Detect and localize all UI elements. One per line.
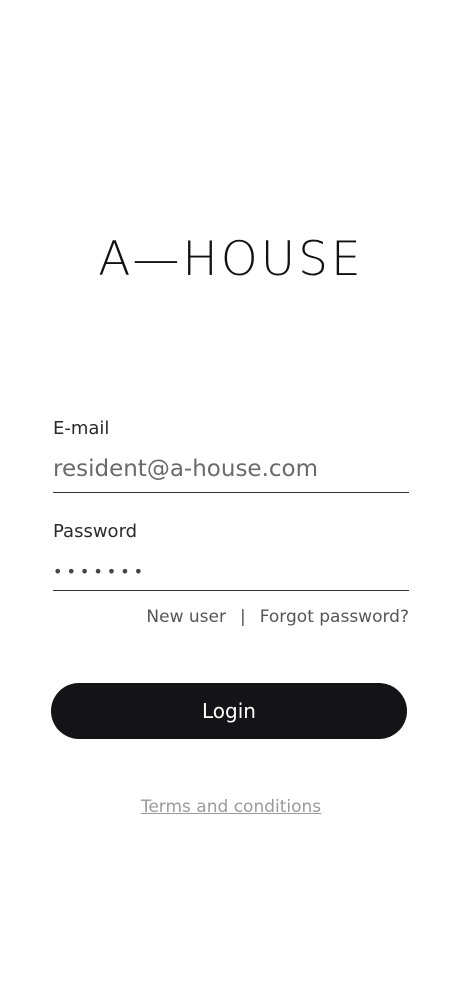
terms-container: Terms and conditions <box>0 797 462 817</box>
password-field[interactable] <box>53 556 409 591</box>
terms-link[interactable]: Terms and conditions <box>141 797 321 817</box>
app-logo: A—HOUSE <box>98 232 364 287</box>
login-button[interactable]: Login <box>51 683 407 739</box>
forgot-password-link[interactable]: Forgot password? <box>260 607 409 627</box>
email-label: E-mail <box>53 418 110 439</box>
account-links: New user | Forgot password? <box>146 607 409 627</box>
password-label: Password <box>53 521 138 542</box>
email-field[interactable] <box>53 452 409 493</box>
new-user-link[interactable]: New user <box>146 607 226 627</box>
links-separator: | <box>240 607 246 627</box>
